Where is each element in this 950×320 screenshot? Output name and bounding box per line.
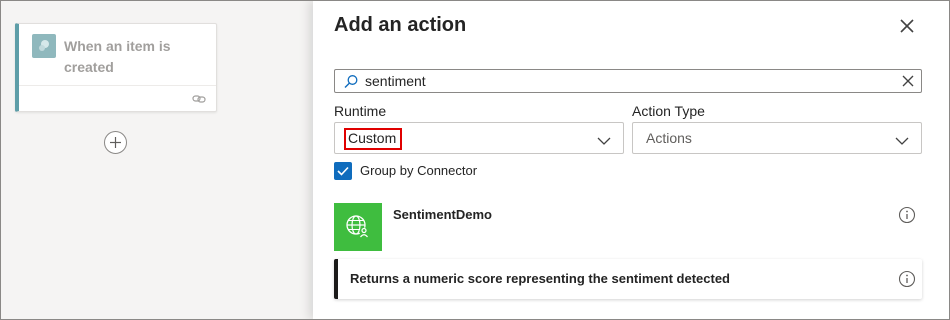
- runtime-label: Runtime: [334, 103, 387, 119]
- link-icon: [192, 92, 206, 110]
- chevron-down-icon: [597, 133, 611, 151]
- sharepoint-icon: [32, 34, 56, 58]
- runtime-dropdown[interactable]: Custom: [334, 122, 624, 154]
- checkmark-icon: [337, 166, 349, 176]
- group-by-connector-label[interactable]: Group by Connector: [360, 163, 477, 178]
- action-label: Returns a numeric score representing the…: [350, 271, 730, 286]
- info-icon[interactable]: [898, 206, 916, 229]
- info-icon[interactable]: [898, 270, 916, 293]
- close-icon: [900, 19, 914, 33]
- connector-name[interactable]: SentimentDemo: [393, 207, 492, 222]
- connector-tile[interactable]: [334, 203, 382, 251]
- add-action-panel: Add an action Runtime Custom Action: [313, 0, 950, 320]
- runtime-value: Custom: [348, 130, 397, 146]
- action-type-dropdown[interactable]: Actions: [632, 122, 922, 154]
- clear-search-icon[interactable]: [901, 74, 915, 93]
- close-button[interactable]: [896, 15, 918, 37]
- search-input[interactable]: [365, 71, 885, 91]
- trigger-title: When an item is created: [64, 38, 171, 75]
- plus-icon: [110, 137, 121, 148]
- trigger-card[interactable]: When an item is created: [15, 23, 217, 112]
- designer-canvas: When an item is created: [0, 0, 313, 320]
- action-type-label: Action Type: [632, 103, 705, 119]
- trigger-footer: [19, 85, 216, 111]
- add-step-button[interactable]: [104, 131, 127, 154]
- chevron-down-icon: [895, 133, 909, 151]
- action-item[interactable]: Returns a numeric score representing the…: [334, 259, 922, 299]
- panel-title: Add an action: [334, 14, 467, 36]
- search-box[interactable]: [334, 69, 922, 93]
- search-icon: [343, 74, 359, 95]
- group-by-connector-checkbox[interactable]: [334, 162, 352, 180]
- action-type-value: Actions: [646, 130, 692, 146]
- globe-person-icon: [346, 215, 369, 238]
